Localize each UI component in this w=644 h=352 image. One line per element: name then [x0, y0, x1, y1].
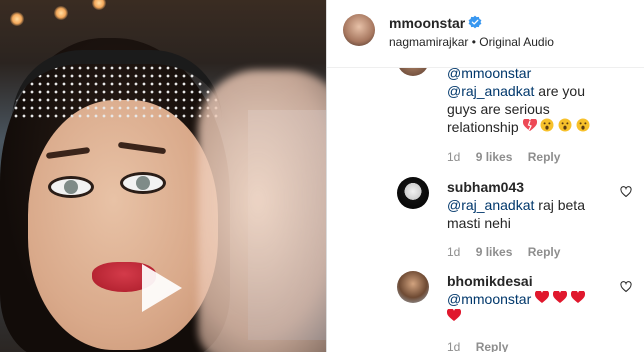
video-player[interactable] [0, 0, 326, 352]
avatar[interactable] [397, 177, 429, 209]
play-icon [142, 264, 182, 312]
comment-text-line: guys are serious [447, 101, 550, 117]
astonished-face-icon [540, 118, 554, 136]
video-subject-eye [120, 172, 166, 194]
comment-text: subham043 @raj_anadkat raj beta masti ne… [447, 178, 617, 232]
like-comment-button[interactable] [620, 280, 632, 293]
astonished-face-icon [576, 118, 590, 136]
video-subject-eye [48, 176, 94, 198]
play-button[interactable] [118, 250, 194, 326]
comment-text: bhomikdesai @mmoonstar [446, 272, 617, 326]
broken-heart-icon [522, 118, 537, 136]
reply-button[interactable]: Reply [528, 245, 561, 259]
comments-panel: @mmoonstar @raj_anadkat are you guys are… [327, 0, 644, 352]
comment-text: @mmoonstar @raj_anadkat are you guys are… [447, 64, 617, 136]
verified-badge-icon [468, 15, 482, 29]
reply-button[interactable]: Reply [476, 340, 509, 352]
reply-button[interactable]: Reply [528, 150, 561, 164]
like-comment-button[interactable] [620, 185, 632, 198]
comment-time[interactable]: 1d [447, 150, 460, 164]
background-light [92, 0, 106, 10]
red-heart-icon [552, 290, 568, 308]
post-username[interactable]: mmoonstar [389, 15, 465, 31]
comment-mention[interactable]: @raj_anadkat [447, 83, 534, 99]
comment-meta: 1d 9 likes Reply [447, 150, 572, 164]
comment-time[interactable]: 1d [447, 340, 460, 352]
heart-outline-icon [620, 281, 632, 293]
comment-time[interactable]: 1d [447, 245, 460, 259]
video-subject-headband [12, 50, 222, 120]
avatar[interactable] [343, 14, 375, 46]
avatar[interactable] [397, 271, 429, 303]
comment-text-line: relationship [447, 119, 519, 135]
comment-mention[interactable]: @mmoonstar [447, 291, 531, 307]
comment-text-line: masti nehi [447, 215, 511, 231]
post-header: mmoonstar nagmamirajkar • Original Audio [327, 0, 644, 68]
red-heart-icon [570, 290, 585, 308]
post-modal: @mmoonstar @raj_anadkat are you guys are… [0, 0, 644, 352]
comment-mention[interactable]: @raj_anadkat [447, 197, 534, 213]
comment-likes[interactable]: 9 likes [476, 150, 513, 164]
comment-username[interactable]: bhomikdesai [447, 273, 533, 289]
comment-meta: 1d 9 likes Reply [447, 245, 572, 259]
red-heart-icon [446, 308, 462, 326]
background-light [54, 6, 68, 20]
astonished-face-icon [558, 118, 572, 136]
background-light [10, 12, 24, 26]
post-audio-subtitle[interactable]: nagmamirajkar • Original Audio [389, 35, 554, 49]
comment-likes[interactable]: 9 likes [476, 245, 513, 259]
comment-text-line: are you [538, 83, 585, 99]
heart-outline-icon [620, 186, 632, 198]
video-subject-hand [198, 70, 326, 352]
comment-meta: 1d Reply [447, 340, 520, 352]
comment-username[interactable]: subham043 [447, 179, 524, 195]
comment-text-line: raj beta [538, 197, 585, 213]
red-heart-icon [535, 290, 550, 308]
